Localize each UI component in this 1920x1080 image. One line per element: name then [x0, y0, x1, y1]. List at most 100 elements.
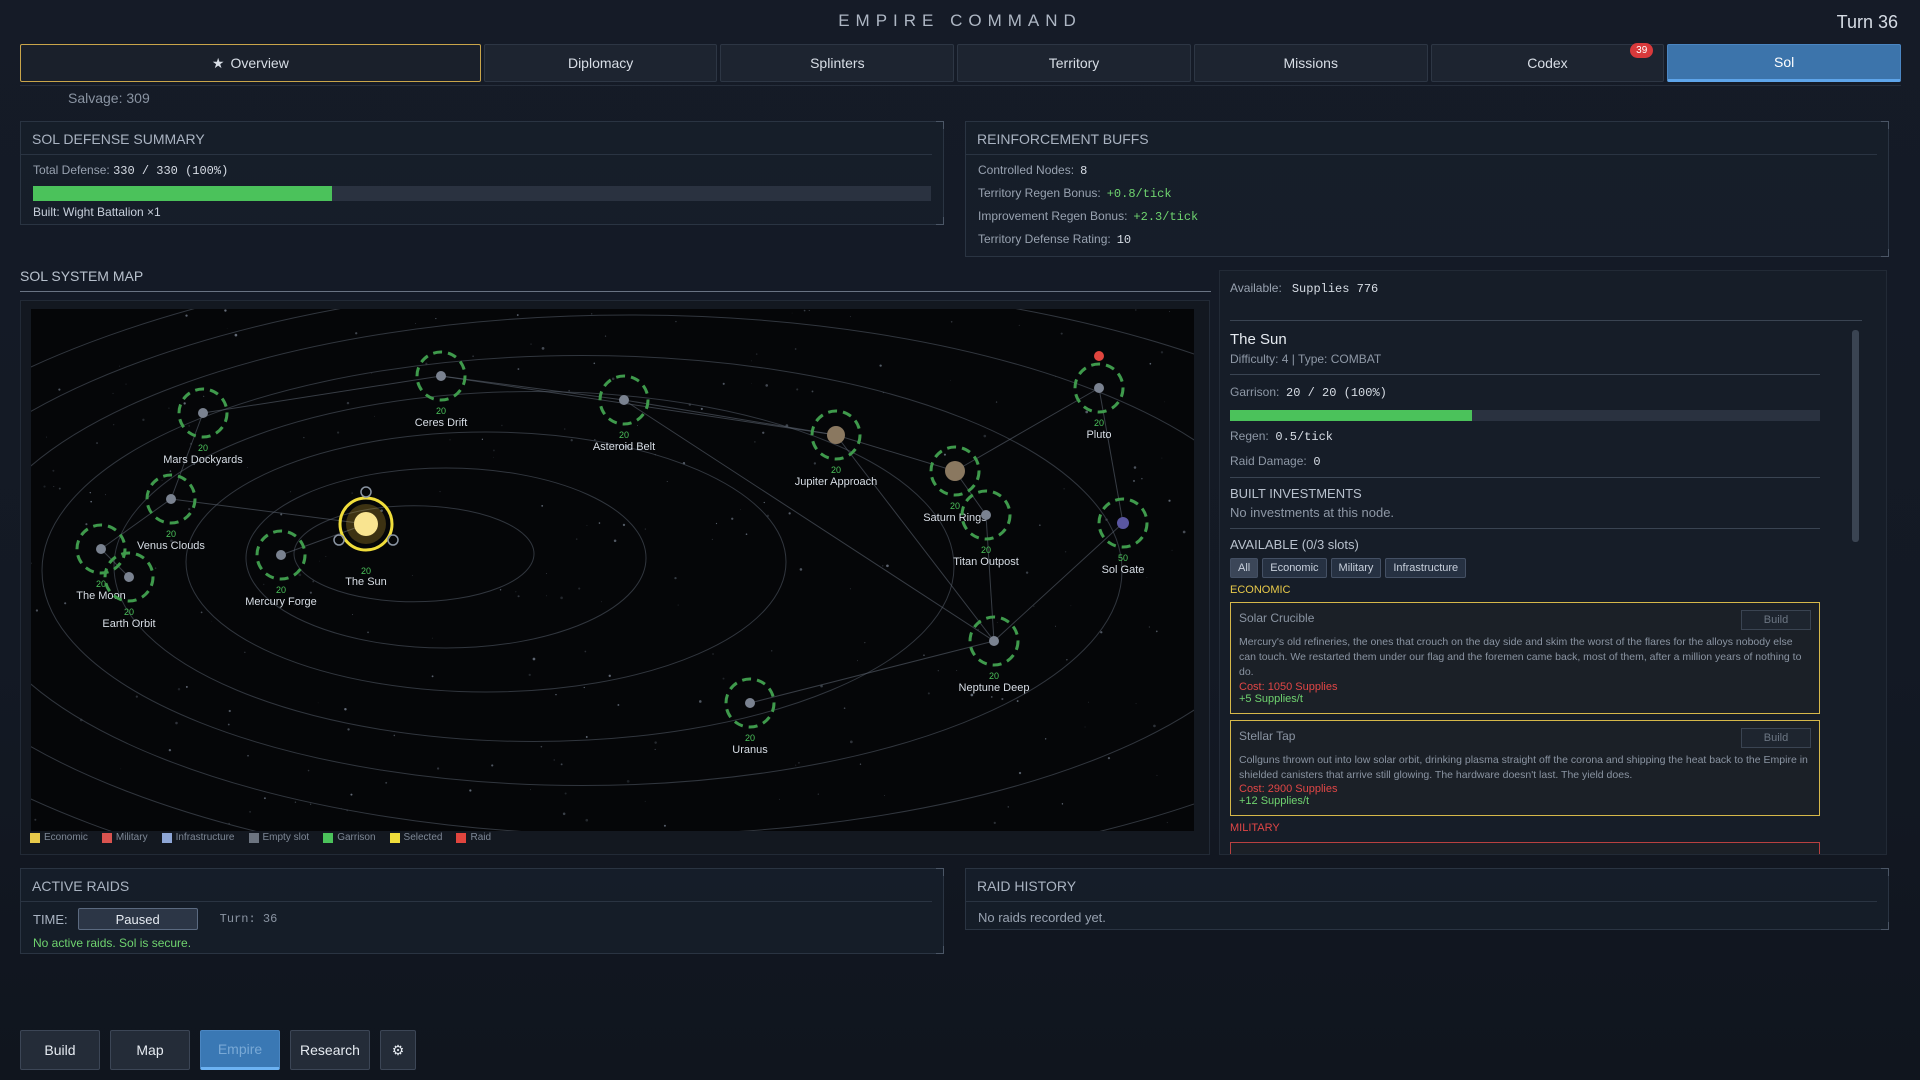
reinforcement-panel: REINFORCEMENT BUFFS Controlled Nodes: 8 Te… [965, 121, 1889, 257]
star [142, 418, 145, 421]
star [617, 704, 620, 706]
star [722, 677, 725, 680]
tab-codex[interactable]: Codex 39 [1430, 43, 1665, 82]
legend-swatch [248, 832, 259, 843]
star [740, 509, 742, 510]
star [950, 320, 953, 323]
legend-label: Raid [470, 832, 492, 843]
total-defense-value: 330 / 330 (100%) [113, 164, 229, 178]
star [90, 500, 92, 503]
star [501, 424, 503, 427]
filter-military[interactable]: Military [1330, 558, 1382, 578]
tab-territory[interactable]: Territory [957, 44, 1191, 82]
investment-card[interactable]: Solar Crucible Build Mercury's old refin… [1230, 602, 1820, 714]
star [319, 560, 320, 562]
build-button[interactable]: Build [20, 1030, 100, 1070]
scrollbar[interactable] [1852, 330, 1859, 542]
investment-name: Solar Crucible [1239, 611, 1315, 625]
star [294, 801, 297, 803]
node-label: Venus Clouds [137, 540, 205, 552]
star [104, 494, 107, 496]
star [884, 795, 885, 796]
star [993, 821, 996, 825]
star [1135, 309, 1137, 311]
star [654, 741, 657, 744]
star [411, 575, 413, 576]
star [1044, 738, 1047, 740]
tab-sol[interactable]: Sol [1667, 44, 1901, 82]
investment-card[interactable] [1230, 842, 1820, 854]
star [1171, 549, 1173, 551]
filter-all[interactable]: All [1230, 558, 1259, 578]
star [290, 491, 292, 493]
star [611, 377, 615, 381]
panel-title: ACTIVE RAIDS [21, 869, 932, 902]
pause-toggle-button[interactable]: Paused [77, 908, 198, 930]
star [541, 347, 545, 350]
star [808, 309, 810, 312]
star [698, 700, 702, 703]
star [31, 562, 32, 565]
divider [20, 85, 1901, 86]
star [1007, 806, 1010, 808]
legend-item: Infrastructure [161, 832, 235, 843]
raid-status: No active raids. Sol is secure. [33, 936, 192, 950]
star [856, 660, 858, 662]
research-button[interactable]: Research [290, 1030, 370, 1070]
tab-overview[interactable]: ★ Overview [20, 44, 481, 82]
build-investment-button[interactable]: Build [1741, 610, 1811, 630]
star [578, 587, 581, 590]
star [1084, 726, 1086, 728]
star [350, 793, 353, 796]
garrison-count: 20 [166, 529, 176, 539]
star [347, 728, 350, 731]
settings-button[interactable]: ⚙ [380, 1030, 416, 1070]
star [35, 609, 39, 612]
star [799, 568, 803, 571]
star [203, 395, 205, 397]
star [1160, 351, 1164, 354]
star [1107, 757, 1111, 760]
planet-icon [1117, 517, 1129, 529]
planet-icon [945, 461, 965, 481]
star [755, 353, 758, 355]
star [644, 800, 646, 802]
tab-missions[interactable]: Missions [1193, 44, 1428, 82]
garrison-label: Garrison: [1230, 385, 1280, 399]
star [96, 442, 98, 444]
star [1168, 499, 1171, 502]
sol-system-map[interactable]: 20 Mars Dockyards 20 Ceres Drift 20 Asteroid … [31, 309, 1194, 831]
planet-icon [745, 698, 755, 708]
filter-infrastructure[interactable]: Infrastructure [1385, 558, 1467, 578]
star [303, 436, 305, 439]
garrison-count: 20 [981, 545, 991, 555]
build-investment-button[interactable]: Build [1741, 727, 1811, 748]
route-line [1098, 387, 1124, 524]
tab-splinters[interactable]: Splinters [720, 44, 955, 82]
node-detail-panel: Available: Supplies 776 The Sun Difficul… [1219, 270, 1887, 855]
map-title: SOL SYSTEM MAP [20, 268, 144, 284]
map-canvas[interactable]: 20Mars Dockyards20Ceres Drift20Asteroid … [31, 309, 1194, 831]
garrison-count: 20 [989, 671, 999, 681]
total-defense-label: Total Defense: [33, 163, 110, 177]
filter-economic[interactable]: Economic [1262, 558, 1327, 578]
reinforcement-row: Territory Regen Bonus: +0.8/tick [978, 186, 1876, 201]
route-line [985, 514, 995, 642]
star [666, 480, 668, 482]
orbit-ring [113, 391, 955, 742]
available-supplies: Supplies 776 [1291, 282, 1379, 296]
map-button[interactable]: Map [110, 1030, 190, 1070]
investment-description: Collguns thrown out into low solar orbit… [1239, 753, 1808, 781]
orbit-ring [185, 431, 787, 693]
star [583, 686, 585, 689]
turn-counter: Turn 36 [1836, 12, 1898, 32]
node-label: The Moon [76, 590, 126, 602]
tab-diplomacy[interactable]: Diplomacy [483, 44, 718, 82]
star [344, 707, 347, 711]
investment-card[interactable]: Stellar Tap Build Collguns thrown out in… [1230, 719, 1820, 817]
star [859, 763, 862, 765]
star [244, 651, 246, 653]
star [879, 364, 882, 367]
empire-button[interactable]: Empire [200, 1030, 280, 1070]
star [415, 322, 416, 324]
